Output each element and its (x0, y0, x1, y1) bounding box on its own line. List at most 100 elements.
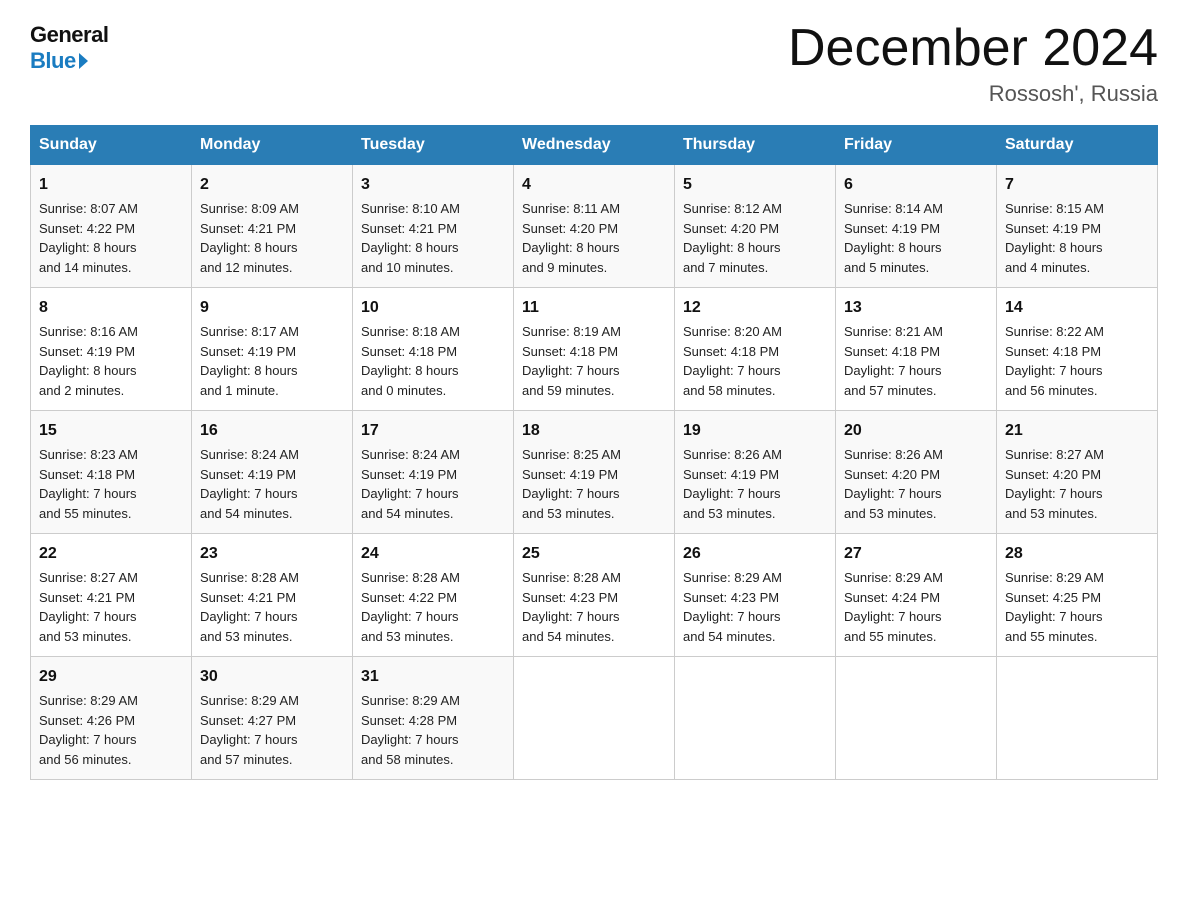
calendar-cell: 31 Sunrise: 8:29 AMSunset: 4:28 PMDayligh… (353, 657, 514, 780)
month-title: December 2024 (788, 20, 1158, 77)
day-number: 22 (39, 542, 183, 566)
calendar-cell (836, 657, 997, 780)
calendar-cell: 12 Sunrise: 8:20 AMSunset: 4:18 PMDayligh… (675, 288, 836, 411)
calendar-cell: 23 Sunrise: 8:28 AMSunset: 4:21 PMDayligh… (192, 534, 353, 657)
logo-text-blue: Blue (30, 48, 88, 74)
calendar-cell: 9Sunrise: 8:17 AMSunset: 4:19 PMDaylight… (192, 288, 353, 411)
logo-chevron-icon (79, 53, 88, 69)
calendar-week-row: 8 Sunrise: 8:16 AMSunset: 4:19 PMDaylight… (31, 288, 1158, 411)
day-number: 15 (39, 419, 183, 443)
day-number: 13 (844, 296, 988, 320)
day-number: 28 (1005, 542, 1149, 566)
calendar-cell: 25 Sunrise: 8:28 AMSunset: 4:23 PMDayligh… (514, 534, 675, 657)
calendar-header: SundayMondayTuesdayWednesdayThursdayFrid… (31, 126, 1158, 165)
weekday-header-saturday: Saturday (997, 126, 1158, 165)
calendar-week-row: 1 Sunrise: 8:07 AMSunset: 4:22 PMDaylight… (31, 165, 1158, 288)
calendar-body: 1 Sunrise: 8:07 AMSunset: 4:22 PMDaylight… (31, 165, 1158, 780)
day-info: Sunrise: 8:09 AMSunset: 4:21 PMDaylight:… (200, 201, 299, 275)
day-number: 24 (361, 542, 505, 566)
weekday-header-tuesday: Tuesday (353, 126, 514, 165)
day-info: Sunrise: 8:15 AMSunset: 4:19 PMDaylight:… (1005, 201, 1104, 275)
day-number: 1 (39, 173, 183, 197)
calendar-cell: 4 Sunrise: 8:11 AMSunset: 4:20 PMDaylight… (514, 165, 675, 288)
day-info: Sunrise: 8:11 AMSunset: 4:20 PMDaylight:… (522, 201, 620, 275)
calendar-cell: 7Sunrise: 8:15 AMSunset: 4:19 PMDaylight… (997, 165, 1158, 288)
calendar-cell: 16Sunrise: 8:24 AMSunset: 4:19 PMDayligh… (192, 411, 353, 534)
calendar-cell: 21 Sunrise: 8:27 AMSunset: 4:20 PMDayligh… (997, 411, 1158, 534)
day-number: 30 (200, 665, 344, 689)
day-number: 23 (200, 542, 344, 566)
day-info: Sunrise: 8:20 AMSunset: 4:18 PMDaylight:… (683, 324, 782, 398)
day-info: Sunrise: 8:29 AMSunset: 4:28 PMDaylight:… (361, 693, 460, 767)
calendar-cell: 2 Sunrise: 8:09 AMSunset: 4:21 PMDaylight… (192, 165, 353, 288)
day-info: Sunrise: 8:07 AMSunset: 4:22 PMDaylight:… (39, 201, 138, 275)
calendar-cell: 18 Sunrise: 8:25 AMSunset: 4:19 PMDayligh… (514, 411, 675, 534)
calendar-cell: 27 Sunrise: 8:29 AMSunset: 4:24 PMDayligh… (836, 534, 997, 657)
calendar-cell: 11 Sunrise: 8:19 AMSunset: 4:18 PMDayligh… (514, 288, 675, 411)
day-info: Sunrise: 8:18 AMSunset: 4:18 PMDaylight:… (361, 324, 460, 398)
weekday-header-sunday: Sunday (31, 126, 192, 165)
day-number: 11 (522, 296, 666, 320)
day-number: 27 (844, 542, 988, 566)
calendar-cell: 30 Sunrise: 8:29 AMSunset: 4:27 PMDayligh… (192, 657, 353, 780)
calendar-cell: 28Sunrise: 8:29 AMSunset: 4:25 PMDayligh… (997, 534, 1158, 657)
day-info: Sunrise: 8:29 AMSunset: 4:23 PMDaylight:… (683, 570, 782, 644)
day-number: 12 (683, 296, 827, 320)
calendar-cell: 10Sunrise: 8:18 AMSunset: 4:18 PMDayligh… (353, 288, 514, 411)
day-number: 8 (39, 296, 183, 320)
day-number: 29 (39, 665, 183, 689)
weekday-header-monday: Monday (192, 126, 353, 165)
calendar-cell: 13 Sunrise: 8:21 AMSunset: 4:18 PMDayligh… (836, 288, 997, 411)
logo: General Blue (30, 20, 108, 74)
day-number: 18 (522, 419, 666, 443)
day-info: Sunrise: 8:14 AMSunset: 4:19 PMDaylight:… (844, 201, 943, 275)
day-info: Sunrise: 8:26 AMSunset: 4:20 PMDaylight:… (844, 447, 943, 521)
day-number: 5 (683, 173, 827, 197)
weekday-header-wednesday: Wednesday (514, 126, 675, 165)
calendar-cell (514, 657, 675, 780)
calendar-cell: 26 Sunrise: 8:29 AMSunset: 4:23 PMDayligh… (675, 534, 836, 657)
weekday-header-thursday: Thursday (675, 126, 836, 165)
day-number: 9 (200, 296, 344, 320)
day-number: 26 (683, 542, 827, 566)
calendar-week-row: 22 Sunrise: 8:27 AMSunset: 4:21 PMDayligh… (31, 534, 1158, 657)
day-number: 2 (200, 173, 344, 197)
calendar-week-row: 15Sunrise: 8:23 AMSunset: 4:18 PMDayligh… (31, 411, 1158, 534)
day-number: 14 (1005, 296, 1149, 320)
day-number: 25 (522, 542, 666, 566)
day-number: 31 (361, 665, 505, 689)
logo-text-general: General (30, 22, 108, 48)
calendar-cell: 3Sunrise: 8:10 AMSunset: 4:21 PMDaylight… (353, 165, 514, 288)
day-number: 19 (683, 419, 827, 443)
day-info: Sunrise: 8:19 AMSunset: 4:18 PMDaylight:… (522, 324, 621, 398)
day-info: Sunrise: 8:29 AMSunset: 4:24 PMDaylight:… (844, 570, 943, 644)
day-info: Sunrise: 8:28 AMSunset: 4:21 PMDaylight:… (200, 570, 299, 644)
calendar-cell: 29 Sunrise: 8:29 AMSunset: 4:26 PMDayligh… (31, 657, 192, 780)
calendar-cell (675, 657, 836, 780)
day-info: Sunrise: 8:16 AMSunset: 4:19 PMDaylight:… (39, 324, 138, 398)
day-info: Sunrise: 8:27 AMSunset: 4:21 PMDaylight:… (39, 570, 138, 644)
calendar-cell: 15Sunrise: 8:23 AMSunset: 4:18 PMDayligh… (31, 411, 192, 534)
day-info: Sunrise: 8:27 AMSunset: 4:20 PMDaylight:… (1005, 447, 1104, 521)
day-number: 20 (844, 419, 988, 443)
calendar-table: SundayMondayTuesdayWednesdayThursdayFrid… (30, 125, 1158, 780)
calendar-cell: 14Sunrise: 8:22 AMSunset: 4:18 PMDayligh… (997, 288, 1158, 411)
calendar-cell: 1 Sunrise: 8:07 AMSunset: 4:22 PMDaylight… (31, 165, 192, 288)
calendar-cell: 8 Sunrise: 8:16 AMSunset: 4:19 PMDaylight… (31, 288, 192, 411)
day-info: Sunrise: 8:21 AMSunset: 4:18 PMDaylight:… (844, 324, 943, 398)
calendar-cell: 5 Sunrise: 8:12 AMSunset: 4:20 PMDaylight… (675, 165, 836, 288)
day-info: Sunrise: 8:29 AMSunset: 4:26 PMDaylight:… (39, 693, 138, 767)
weekday-header-friday: Friday (836, 126, 997, 165)
day-number: 16 (200, 419, 344, 443)
day-number: 21 (1005, 419, 1149, 443)
day-number: 6 (844, 173, 988, 197)
day-number: 4 (522, 173, 666, 197)
calendar-cell: 17Sunrise: 8:24 AMSunset: 4:19 PMDayligh… (353, 411, 514, 534)
day-info: Sunrise: 8:28 AMSunset: 4:23 PMDaylight:… (522, 570, 621, 644)
day-info: Sunrise: 8:29 AMSunset: 4:27 PMDaylight:… (200, 693, 299, 767)
day-info: Sunrise: 8:24 AMSunset: 4:19 PMDaylight:… (361, 447, 460, 521)
day-info: Sunrise: 8:25 AMSunset: 4:19 PMDaylight:… (522, 447, 621, 521)
day-info: Sunrise: 8:28 AMSunset: 4:22 PMDaylight:… (361, 570, 460, 644)
day-info: Sunrise: 8:12 AMSunset: 4:20 PMDaylight:… (683, 201, 782, 275)
calendar-cell: 20 Sunrise: 8:26 AMSunset: 4:20 PMDayligh… (836, 411, 997, 534)
